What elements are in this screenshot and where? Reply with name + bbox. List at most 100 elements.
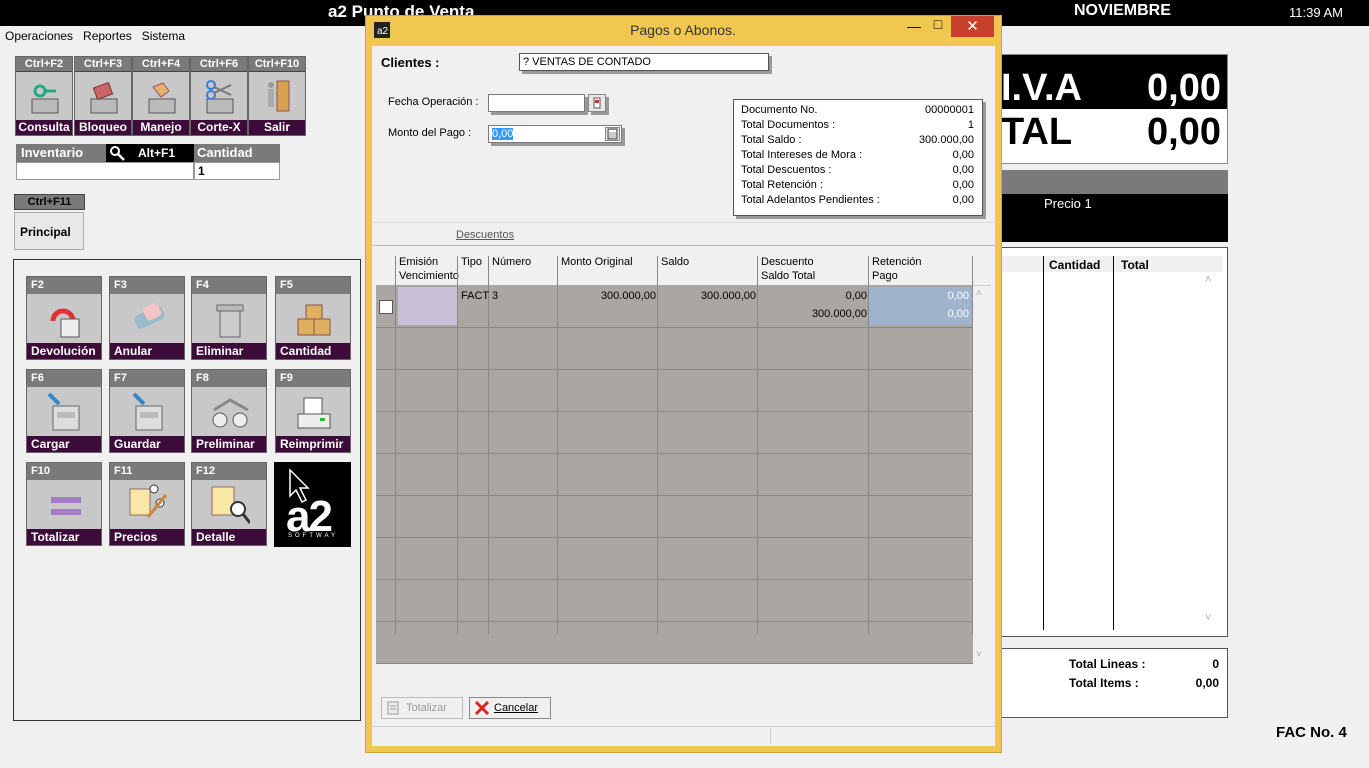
status-divider (770, 728, 771, 744)
key-label: Ctrl+F6 (191, 57, 247, 72)
total-items-value: 0,00 (1195, 676, 1219, 690)
row-checkbox[interactable] (379, 300, 393, 314)
inventory-panel: Inventario Alt+F1 Cantidad 1 (16, 144, 280, 181)
total-lines-label: Total Lineas : (1069, 657, 1146, 671)
magnifier-icon[interactable] (108, 145, 126, 161)
info-value: 0,00 (952, 179, 974, 191)
col-pago: Pago (872, 270, 898, 282)
fkey-f5-button[interactable]: F5 Cantidad (275, 276, 351, 360)
key-label: Ctrl+F3 (75, 57, 131, 72)
info-label: Total Saldo : (741, 134, 802, 146)
bloqueo-label: Bloqueo (75, 120, 131, 135)
principal-key: Ctrl+F11 (14, 194, 85, 210)
row-tipo: FACT (461, 290, 490, 302)
fkey-label: F8 (192, 370, 266, 387)
info-value: 0,00 (952, 194, 974, 206)
salir-label: Salir (249, 120, 305, 135)
fkey-f4-button[interactable]: F4 Eliminar (191, 276, 267, 360)
info-label: Total Intereses de Mora : (741, 149, 863, 161)
info-value: 00000001 (925, 104, 974, 116)
clients-label: Clientes : (381, 55, 440, 70)
grid-row-line (376, 411, 973, 412)
monto-label: Monto del Pago : (388, 127, 472, 139)
info-label: Total Descuentos : (741, 164, 832, 176)
row-monto-original: 300.000,00 (600, 290, 656, 302)
tab-descuentos[interactable]: Descuentos (456, 229, 514, 241)
total-lines-value: 0 (1212, 657, 1219, 671)
inventory-input[interactable] (16, 162, 194, 180)
hand-icon (148, 82, 176, 114)
fkey-f8-button[interactable]: F8 Preliminar (191, 369, 267, 453)
clients-field[interactable]: ? VENTAS DE CONTADO (519, 53, 769, 71)
grid-row-line (376, 327, 973, 328)
totalizar-bars-icon (51, 497, 81, 515)
grid-divider (395, 256, 396, 634)
scroll-down-icon[interactable]: ˅ (1205, 612, 1211, 624)
items-table[interactable]: Cantidad Total ˄ ˅ (1000, 247, 1228, 637)
consulta-label: Consulta (16, 120, 72, 135)
salir-button[interactable]: Ctrl+F10 Salir (248, 56, 306, 136)
maximize-button[interactable]: □ (928, 16, 948, 32)
fkey-label: F2 (27, 277, 101, 294)
row-saldo-total: 300.000,00 (811, 308, 867, 320)
row-numero: 3 (492, 290, 499, 302)
menu-operaciones[interactable]: Operaciones (5, 29, 73, 43)
key-label: Ctrl+F2 (16, 57, 72, 72)
fecha-input[interactable] (488, 94, 585, 112)
col-retencion: Retención (872, 256, 922, 268)
row-retencion: 0,00 (947, 290, 969, 302)
grid-divider (557, 256, 558, 634)
menu-bar: Operaciones Reportes Sistema (0, 29, 190, 47)
info-label: Total Adelantos Pendientes : (741, 194, 880, 206)
col-divider (1113, 256, 1114, 630)
month-label: NOVIEMBRE (1074, 2, 1171, 19)
row-saldo: 300.000,00 (700, 290, 756, 302)
monto-value: 0,00 (492, 128, 514, 140)
fkey-f6-button[interactable]: F6 Cargar (26, 369, 102, 453)
principal-button[interactable]: Principal (14, 212, 84, 250)
scroll-up-icon[interactable]: ˄ (1205, 274, 1211, 286)
grid-row-line (376, 621, 973, 622)
return-arrow-icon (50, 308, 80, 338)
col-total: Total (1121, 258, 1149, 272)
fkey-f10-button[interactable]: F10 Totalizar (26, 462, 102, 546)
info-label: Total Documentos : (741, 119, 836, 131)
corte-x-button[interactable]: Ctrl+F6 Corte-X (190, 56, 248, 136)
close-button[interactable]: ✕ (951, 16, 994, 37)
fkey-f2-button[interactable]: F2 Devolución (26, 276, 102, 360)
grid-row-line (376, 453, 973, 454)
quantity-input[interactable]: 1 (194, 162, 280, 180)
documents-grid[interactable] (376, 285, 973, 663)
corte-x-label: Corte-X (191, 120, 247, 135)
menu-reportes[interactable]: Reportes (83, 29, 132, 43)
grid-row-line (376, 495, 973, 496)
glasses-icon (212, 398, 249, 428)
col-cantidad: Cantidad (1049, 258, 1101, 272)
manejo-label: Manejo (133, 120, 189, 135)
fkey-label: F3 (110, 277, 184, 294)
menu-sistema[interactable]: Sistema (142, 29, 185, 43)
a2-logo: a2 SOFTWAY (274, 462, 351, 547)
boxes-icon (297, 304, 331, 336)
grid-row-line (376, 537, 973, 538)
fkey-label: F12 (192, 463, 266, 480)
emision-cell-selected[interactable] (398, 287, 457, 325)
fkey-f12-button[interactable]: F12 Detalle (191, 462, 267, 546)
grid-divider (972, 256, 973, 634)
fkey-f3-button[interactable]: F3 Anular (109, 276, 185, 360)
fkey-f9-button[interactable]: F9 Reimprimir (275, 369, 351, 453)
grid-scroll-up-icon[interactable]: ˄ (976, 288, 982, 299)
bloqueo-button[interactable]: Ctrl+F3 Bloqueo (74, 56, 132, 136)
fkey-caption: Cargar (27, 436, 101, 452)
calendar-icon[interactable] (588, 94, 606, 112)
file-cabinet-load-icon (47, 392, 80, 431)
fkey-f7-button[interactable]: F7 Guardar (109, 369, 185, 453)
consulta-button[interactable]: Ctrl+F2 Consulta (15, 56, 73, 136)
manejo-button[interactable]: Ctrl+F4 Manejo (132, 56, 190, 136)
grid-scroll-down-icon[interactable]: ˅ (976, 649, 982, 660)
minimize-button[interactable]: — (904, 18, 924, 34)
calculator-icon[interactable] (605, 127, 620, 141)
fkey-f11-button[interactable]: F11 Precios (109, 462, 185, 546)
price-header (1000, 170, 1228, 194)
monto-input[interactable]: 0,00 (488, 125, 622, 143)
